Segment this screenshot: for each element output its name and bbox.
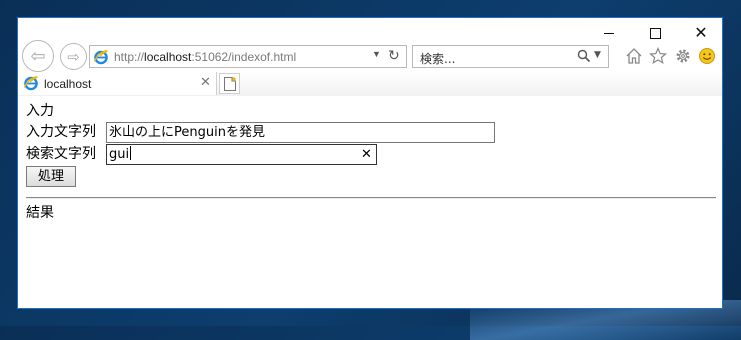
search-label: 検索文字列	[26, 146, 96, 162]
smiley-icon[interactable]	[697, 46, 717, 66]
close-icon: ✕	[694, 23, 708, 42]
browser-window: ✕ ⇦ ⇨ http://localhost:51062/indexof.htm…	[17, 17, 723, 309]
new-tab-button[interactable]	[219, 73, 240, 94]
maximize-button[interactable]	[632, 18, 678, 48]
search-placeholder: 検索...	[420, 52, 456, 66]
input-text-value: 氷山の上にPenguinを発見	[109, 125, 265, 140]
ie-logo-icon	[23, 76, 38, 91]
process-button[interactable]: 処理	[26, 166, 76, 187]
tab-strip: localhost ✕	[18, 72, 722, 96]
maximize-icon	[649, 27, 661, 39]
result-heading: 結果	[26, 205, 54, 221]
gear-icon[interactable]	[673, 46, 693, 66]
forward-button[interactable]: ⇨	[60, 43, 87, 70]
forward-arrow-icon: ⇨	[67, 47, 80, 66]
minimize-icon	[604, 32, 614, 34]
address-path: :51062/indexof.html	[191, 50, 297, 64]
address-url[interactable]: http://localhost:51062/indexof.html	[114, 50, 296, 64]
input-text-field[interactable]: 氷山の上にPenguinを発見	[106, 122, 495, 143]
refresh-icon[interactable]: ↻	[388, 47, 400, 64]
address-dropdown-icon[interactable]: ▼	[372, 49, 381, 59]
star-icon[interactable]	[648, 46, 668, 66]
search-dropdown-icon[interactable]: ▼	[594, 50, 601, 60]
close-window-button[interactable]: ✕	[678, 18, 722, 48]
input-heading: 入力	[26, 103, 54, 119]
search-icon[interactable]	[577, 49, 591, 63]
page-content: 入力 入力文字列 氷山の上にPenguinを発見 検索文字列 gui ✕ 処理 結…	[18, 96, 722, 308]
input-label: 入力文字列	[26, 124, 96, 140]
minimize-button[interactable]	[586, 18, 632, 48]
back-button[interactable]: ⇦	[22, 40, 54, 72]
address-host: localhost	[144, 50, 192, 64]
search-box[interactable]: 検索... ▼	[412, 45, 609, 68]
horizontal-rule	[26, 197, 716, 199]
search-text-field[interactable]: gui ✕	[106, 144, 377, 165]
clear-field-icon[interactable]: ✕	[361, 145, 372, 164]
ie-logo-icon	[93, 50, 108, 65]
home-icon[interactable]	[624, 46, 644, 66]
address-bar[interactable]: http://localhost:51062/indexof.html ▼ ↻	[89, 45, 407, 68]
address-prefix: http://	[114, 50, 145, 64]
tab-close-icon[interactable]: ✕	[200, 75, 211, 90]
new-tab-icon	[224, 76, 237, 91]
tab-localhost[interactable]: localhost ✕	[18, 72, 217, 95]
tab-title: localhost	[44, 77, 92, 91]
back-arrow-icon: ⇦	[30, 45, 46, 67]
text-caret	[130, 146, 132, 160]
search-text-value: gui	[109, 147, 130, 162]
